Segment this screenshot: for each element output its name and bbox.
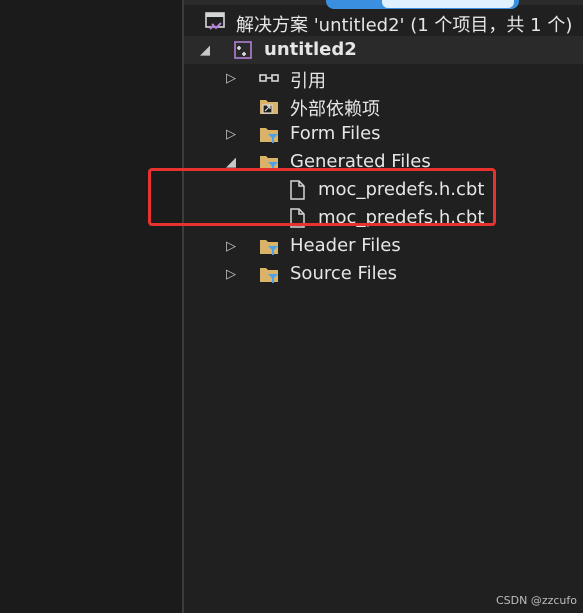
solution-label: 解决方案 'untitled2' (1 个项目，共 1 个)	[236, 15, 573, 36]
expand-chevron-icon[interactable]: ▷	[224, 267, 238, 282]
expand-chevron-icon[interactable]: ▷	[224, 71, 238, 86]
expand-chevron-icon[interactable]: ▷	[224, 127, 238, 142]
external-deps-node[interactable]: 外部依赖项	[184, 92, 583, 120]
header-files-node[interactable]: ▷ Header Files	[184, 232, 583, 260]
filter-folder-icon	[260, 128, 278, 143]
expand-chevron-icon[interactable]: ▷	[224, 239, 238, 254]
source-files-label: Source Files	[290, 263, 398, 284]
collapse-triangle-icon[interactable]: ◢	[198, 43, 212, 58]
references-icon	[259, 74, 279, 82]
watermark: CSDN @zzcufo	[495, 594, 577, 607]
collapse-triangle-icon[interactable]: ◢	[224, 155, 238, 170]
external-deps-label: 外部依赖项	[290, 99, 380, 120]
project-icon	[234, 41, 252, 59]
left-pane	[0, 0, 182, 613]
header-files-label: Header Files	[290, 235, 401, 256]
references-node[interactable]: ▷ 引用	[184, 64, 583, 93]
search-box-inner[interactable]	[382, 0, 514, 8]
project-node[interactable]: ◢ untitled2	[184, 36, 583, 64]
source-files-node[interactable]: ▷ Source Files	[184, 260, 583, 288]
references-label: 引用	[290, 71, 326, 92]
highlight-annotation-box	[148, 168, 496, 226]
project-label: untitled2	[264, 39, 357, 60]
filter-folder-icon	[260, 240, 278, 255]
solution-icon	[205, 12, 225, 30]
form-files-label: Form Files	[290, 123, 381, 144]
external-deps-icon	[260, 100, 278, 114]
solution-node[interactable]: 解决方案 'untitled2' (1 个项目，共 1 个)	[184, 8, 583, 36]
form-files-node[interactable]: ▷ Form Files	[184, 120, 583, 148]
filter-folder-icon	[260, 268, 278, 283]
